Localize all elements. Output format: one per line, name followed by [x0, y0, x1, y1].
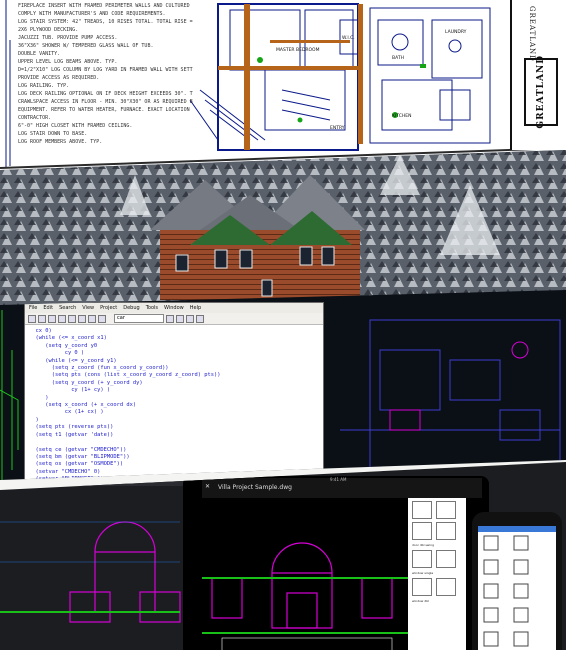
note-line: 2X6 PLYWOOD DECKING. [18, 27, 79, 33]
toolbar: car [25, 313, 323, 325]
code-editor[interactable]: cx 0) (while (<= x_coord x1) (setq y_coo… [25, 325, 323, 480]
room-label: MASTER BEDROOM [276, 48, 320, 53]
code-line: cy 0 ) [29, 350, 85, 357]
menu-debug[interactable]: Debug [123, 303, 139, 313]
code-line: cx (1+ cx) ) [29, 409, 104, 416]
note-line: FIREPLACE INSERT WITH FRAMED PERIMETER W… [18, 3, 193, 9]
title-block: GREATLAND GREATLAND [510, 0, 566, 150]
menu-search[interactable]: Search [59, 303, 76, 313]
code-line: (while (<= y_coord y1) [29, 357, 117, 364]
block-symbol[interactable] [436, 501, 456, 519]
note-line: EQUIPMENT. REFER TO WATER HEATER, FURNAC… [18, 107, 193, 113]
block-label: window dbl [412, 599, 429, 603]
code-line: (setvar "CMDECHO" 0) [29, 468, 101, 475]
block-palette-panel: door dbl swing window single window dbl [408, 498, 466, 650]
code-line: cx 0) [29, 328, 52, 334]
paste-icon[interactable] [78, 314, 86, 323]
note-line: LOG ROOF MEMBERS ABOVE. TYP. [18, 139, 103, 145]
code-line: ) [29, 416, 39, 423]
copy-icon[interactable] [68, 314, 76, 323]
code-line: (setq pts (cons (list x_coord y_coord z_… [29, 372, 221, 379]
note-line: JACUZZI TUB. PROVIDE PUMP ACCESS. [18, 35, 118, 41]
code-line: (setq pts (reverse pts)) [29, 424, 114, 431]
note-line: CONTRACTOR. [18, 115, 52, 121]
note-line: PROVIDE ACCESS AS REQUIRED. [18, 75, 100, 81]
menu-file[interactable]: File [29, 303, 37, 313]
room-label: KITCHEN [392, 114, 412, 119]
menu-project[interactable]: Project [100, 303, 117, 313]
lisp-ide-window[interactable]: File Edit Search View Project Debug Tool… [24, 302, 324, 480]
code-line: (setq y_coord (+ y_coord dy) [29, 379, 143, 386]
room-label: ENTRY [330, 126, 345, 131]
tablet-header: ✕ Villa Project Sample.dwg 9:41 AM [202, 477, 482, 498]
note-line: DOUBLE VANITY. [18, 51, 61, 57]
block-symbol[interactable] [412, 522, 432, 540]
note-line: 36"X36" SHOWER W/ TEMPERED GLASS WALL OF… [18, 43, 154, 49]
undo-icon[interactable] [88, 314, 96, 323]
title-block-firm: GREATLAND [528, 6, 536, 62]
room-label: LAUNDRY [445, 30, 467, 35]
lisp-editor-panel: File Edit Search View Project Debug Tool… [0, 290, 566, 480]
new-file-icon[interactable] [28, 314, 36, 323]
menu-help[interactable]: Help [190, 303, 201, 313]
note-line: D=1/2"X10" LOG COLUMN BY LOG YARD IN FRA… [18, 67, 193, 73]
code-line: (setq y_coord y0 [29, 342, 98, 349]
find-icon[interactable] [98, 314, 106, 323]
room-label: W.I.C. [342, 36, 355, 41]
block-symbol[interactable] [412, 578, 432, 596]
check-icon[interactable] [176, 314, 184, 323]
menu-tools[interactable]: Tools [146, 303, 158, 313]
menu-bar: File Edit Search View Project Debug Tool… [25, 303, 323, 313]
phone-screen [478, 526, 556, 650]
tablet-device: ✕ Villa Project Sample.dwg 9:41 AM door … [183, 476, 489, 650]
code-line: ) [29, 394, 49, 401]
block-label: door dbl swing [412, 543, 435, 547]
note-line: COMPLY WITH MANUFACTURER'S AND CODE REQU… [18, 11, 166, 17]
search-combo[interactable]: car [114, 314, 164, 323]
note-line: 6"-0" HIGH CLOSET WITH FRAMED CEILING. [18, 123, 133, 129]
console-icon[interactable] [196, 314, 204, 323]
load-icon[interactable] [166, 314, 174, 323]
code-line: (while (<= x_coord x1) [29, 335, 107, 342]
note-line: LOG STAIR DOWN TO BASE. [18, 131, 88, 137]
block-label: window single [412, 571, 434, 575]
code-line: (setq z_coord (fun x_coord y_coord)) [29, 365, 169, 372]
block-symbol[interactable] [412, 501, 432, 519]
save-icon[interactable] [48, 314, 56, 323]
code-line: (setq x_coord (+ x_coord dx) [29, 402, 137, 409]
status-time: 9:41 AM [330, 477, 347, 482]
note-line: LOG DECK RAILING OPTIONAL ON IF DECK HEI… [18, 91, 193, 97]
note-line: CRAWLSPACE ACCESS IN FLOOR - MIN. 30"X30… [18, 99, 193, 105]
drawing-title: Villa Project Sample.dwg [218, 484, 292, 491]
menu-view[interactable]: View [82, 303, 94, 313]
code-line: (setq t1 (getvar 'date)) [29, 431, 114, 438]
cut-icon[interactable] [58, 314, 66, 323]
code-line: (setq os (getvar "OSMODE")) [29, 461, 124, 468]
note-line: LOG RAILING. TYP. [18, 83, 70, 89]
block-symbol[interactable] [436, 550, 456, 568]
blueprint-floor-plan-panel: FIREPLACE INSERT WITH FRAMED PERIMETER W… [0, 0, 566, 170]
menu-window[interactable]: Window [164, 303, 184, 313]
phone-device [472, 512, 562, 650]
code-line: (setq bm (getvar "BLIPMODE")) [29, 453, 130, 460]
menu-edit[interactable]: Edit [43, 303, 53, 313]
format-icon[interactable] [186, 314, 194, 323]
greatland-logo: GREATLAND [524, 55, 558, 129]
phone-block-palette[interactable] [478, 526, 556, 650]
multi-device-cad-panel: Drawing1 Villa Project Sample Drawi ✕ Vi… [0, 462, 566, 650]
elevation-drawing[interactable] [202, 498, 412, 650]
block-symbol[interactable] [436, 522, 456, 540]
code-line: (setq ce (getvar "CMDECHO")) [29, 446, 127, 453]
close-icon[interactable]: ✕ [205, 483, 210, 490]
block-symbol[interactable] [412, 550, 432, 568]
code-line: cy (1+ cy) ) [29, 387, 111, 394]
note-line: LOG STAIR SYSTEM: 42" TREADS, 10 RISES T… [18, 19, 193, 25]
room-label: BATH [392, 56, 404, 61]
construction-notes-list: FIREPLACE INSERT WITH FRAMED PERIMETER W… [18, 2, 193, 146]
note-line: UPPER LEVEL LOG BEAMS ABOVE. TYP. [18, 59, 118, 65]
open-file-icon[interactable] [38, 314, 46, 323]
block-symbol[interactable] [436, 578, 456, 596]
